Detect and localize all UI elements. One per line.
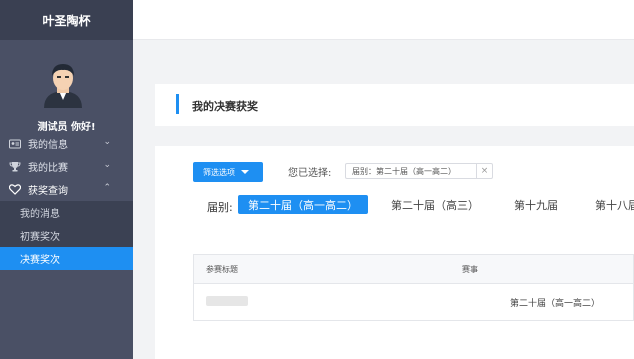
filter-chip-text: 届别：第二十届（高一高二）	[352, 166, 456, 176]
top-bar	[133, 0, 634, 40]
page-title: 我的决赛获奖	[192, 100, 258, 113]
heart-icon	[8, 184, 22, 196]
tab-session-19[interactable]: 第十九届	[514, 195, 558, 214]
tab-session-20-grade-10-11[interactable]: 第二十届（高一高二）	[238, 195, 368, 214]
avatar-icon	[44, 64, 82, 108]
sidebar-subitem-messages[interactable]: 我的消息	[0, 201, 133, 224]
close-icon[interactable]: ×	[476, 164, 492, 178]
blurred-title	[206, 296, 248, 306]
title-card: 我的决赛获奖	[155, 84, 634, 126]
chevron-down-icon: ⌄	[103, 160, 111, 170]
sidebar-subitem-preliminary-awards[interactable]: 初赛奖次	[0, 224, 133, 247]
filter-chip: 届别：第二十届（高一高二） ×	[345, 163, 493, 179]
chevron-up-icon: ⌃	[103, 183, 111, 193]
sidebar-subitem-final-awards[interactable]: 决赛奖次	[0, 247, 133, 270]
content-card: 筛选选项 您已选择: 届别：第二十届（高一高二） × 届别: 第二十届（高一高二…	[155, 146, 634, 359]
tab-session-18[interactable]: 第十八届	[595, 195, 634, 214]
filter-options-button[interactable]: 筛选选项	[193, 162, 263, 182]
profile: 测试员 你好!	[0, 40, 133, 133]
sidebar-item-label: 我的信息	[28, 140, 68, 151]
awards-table: 参赛标题 赛事 第二十届（高一高二）	[193, 254, 634, 321]
chevron-down-icon: ⌄	[103, 137, 111, 147]
sidebar-item-my-contests[interactable]: 我的比赛 ⌄	[0, 155, 133, 178]
greeting: 测试员 你好!	[37, 122, 96, 133]
session-label: 届别:	[207, 201, 233, 214]
table-header: 参赛标题 赛事	[194, 255, 633, 284]
sidebar-item-award-query[interactable]: 获奖查询 ⌃	[0, 178, 133, 201]
column-header-title: 参赛标题	[206, 265, 238, 274]
tab-session-20-grade-12[interactable]: 第二十届（高三）	[391, 195, 479, 214]
sidebar: 叶圣陶杯 测试员 你好! 我的信息 ⌄ 我的比赛 ⌄ 获奖查询 ⌃ 我的消息 初…	[0, 0, 133, 359]
trophy-icon	[8, 161, 22, 173]
id-card-icon	[8, 138, 22, 150]
submenu: 我的消息 初赛奖次 决赛奖次	[0, 201, 133, 270]
title-accent-bar	[176, 94, 179, 114]
table-row[interactable]: 第二十届（高一高二）	[194, 284, 633, 320]
sidebar-item-label: 获奖查询	[28, 186, 68, 197]
filter-button-label: 筛选选项	[203, 167, 235, 177]
app-title: 叶圣陶杯	[0, 0, 133, 40]
sidebar-item-label: 我的比赛	[28, 163, 68, 174]
event-cell: 第二十届（高一高二）	[510, 299, 601, 309]
selected-filters-label: 您已选择:	[288, 168, 332, 179]
caret-down-icon	[241, 170, 249, 174]
sidebar-item-my-info[interactable]: 我的信息 ⌄	[0, 132, 133, 155]
column-header-event: 赛事	[462, 265, 478, 274]
